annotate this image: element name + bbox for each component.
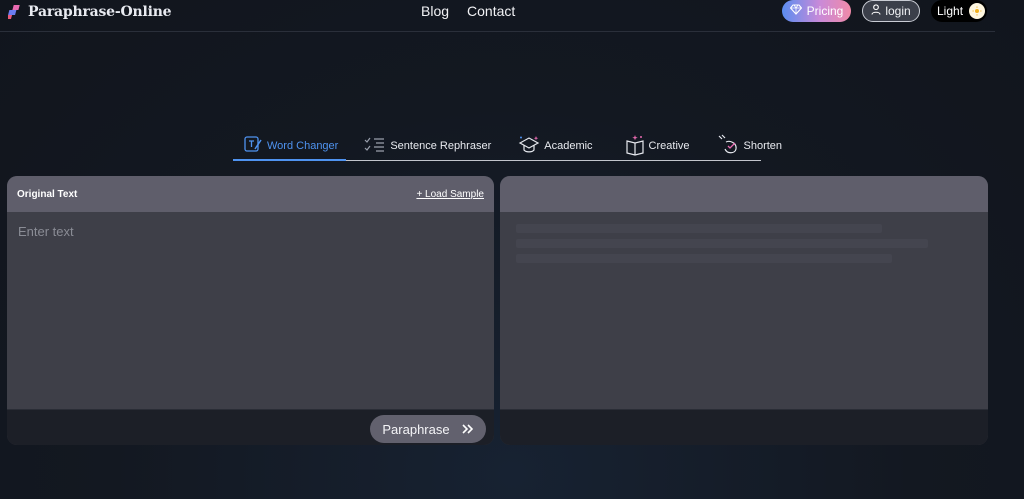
logo[interactable]: Paraphrase-Online (4, 4, 172, 20)
double-chevron-right-icon (462, 422, 474, 437)
original-text-input[interactable] (18, 224, 483, 397)
pricing-button[interactable]: Pricing (782, 0, 851, 22)
tab-label: Sentence Rephraser (390, 140, 492, 152)
nav-blog-link[interactable]: Blog (421, 3, 449, 19)
book-sparkle-icon (625, 134, 645, 159)
pricing-label: Pricing (806, 4, 844, 18)
tab-word-changer[interactable]: Word Changer (233, 132, 347, 161)
input-panel-header: Original Text + Load Sample (7, 176, 494, 212)
output-panel-footer (500, 409, 988, 445)
diamond-icon (789, 4, 802, 18)
nav-contact-link[interactable]: Contact (467, 3, 515, 19)
login-label: login (885, 4, 911, 18)
loading-skeleton-line (516, 224, 882, 233)
page: Paraphrase-Online Blog Contact Pricing l… (0, 0, 1024, 499)
loading-skeleton-line (516, 254, 892, 263)
tab-creative[interactable]: Creative (625, 132, 690, 161)
paraphrase-button[interactable]: Paraphrase (370, 415, 486, 443)
logo-text: Paraphrase-Online (28, 4, 172, 20)
paraphrase-label: Paraphrase (382, 421, 450, 437)
loading-skeleton-line (516, 239, 928, 248)
output-area (500, 212, 988, 409)
list-check-icon (364, 135, 386, 158)
theme-label: Light (937, 4, 964, 18)
mode-tabs: Word Changer Sentence Rephraser Academic… (233, 132, 782, 161)
tab-sentence-rephraser[interactable]: Sentence Rephraser (364, 132, 491, 161)
tab-label: Creative (648, 140, 690, 152)
output-panel-header (500, 176, 988, 212)
top-header: Paraphrase-Online Blog Contact Pricing l… (0, 0, 995, 32)
main-nav: Blog Contact (421, 3, 515, 19)
input-panel-footer: Paraphrase (7, 409, 494, 445)
tab-label: Academic (544, 140, 593, 152)
graduation-cap-icon (518, 134, 540, 159)
original-text-title: Original Text (17, 188, 78, 200)
tab-shorten[interactable]: Shorten (718, 132, 783, 161)
word-changer-icon (243, 134, 263, 157)
logo-icon (4, 4, 24, 20)
theme-toggle[interactable]: Light (931, 0, 987, 22)
paraphrased-output-panel (500, 176, 988, 445)
login-button[interactable]: login (862, 0, 920, 22)
input-editor (7, 212, 494, 409)
tab-label: Word Changer (267, 139, 339, 152)
sun-icon (969, 3, 986, 19)
original-text-panel: Original Text + Load Sample Paraphrase (7, 176, 494, 445)
tab-academic[interactable]: Academic (518, 132, 593, 161)
shorten-icon (718, 134, 740, 159)
user-icon (871, 4, 881, 18)
load-sample-link[interactable]: + Load Sample (416, 189, 484, 200)
tab-label: Shorten (743, 140, 783, 152)
